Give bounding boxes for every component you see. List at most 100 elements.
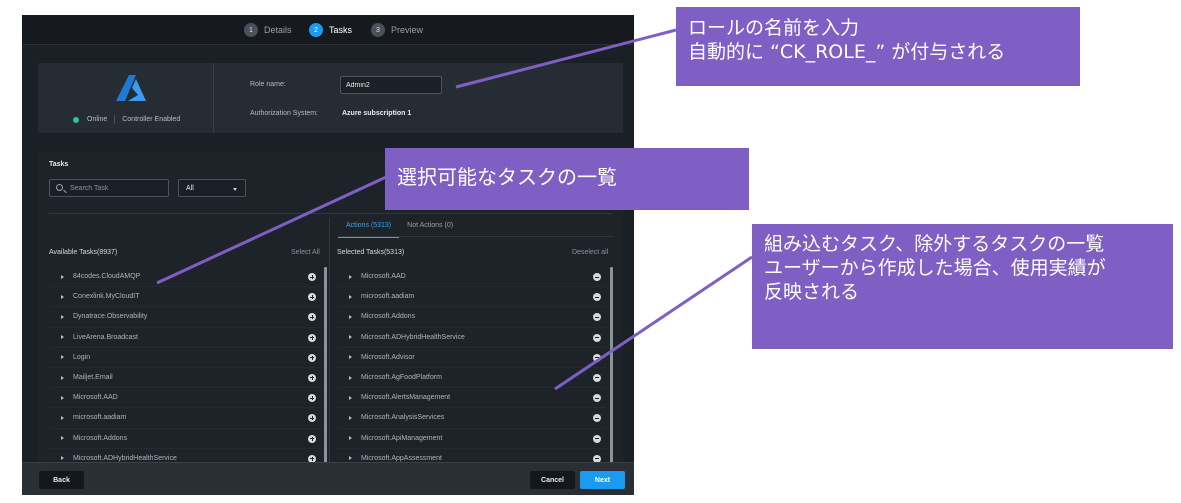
expand-arrow-icon[interactable]: [349, 415, 352, 420]
tab-actions[interactable]: Actions (5313): [338, 218, 400, 238]
task-name: Login: [73, 353, 91, 361]
tasks-title: Tasks: [49, 161, 69, 168]
deselect-all-link[interactable]: Deselect all: [572, 249, 608, 256]
expand-arrow-icon[interactable]: [61, 395, 64, 400]
search-task-input[interactable]: [70, 183, 165, 194]
back-button[interactable]: Back: [39, 471, 84, 489]
step-number: 3: [371, 23, 385, 37]
remove-circle-icon[interactable]: [593, 333, 601, 342]
task-row[interactable]: microsoft.aadiam: [337, 287, 607, 308]
task-row[interactable]: Microsoft.ApiManagement: [337, 429, 607, 449]
expand-arrow-icon[interactable]: [349, 395, 352, 400]
remove-circle-icon[interactable]: [593, 434, 601, 443]
task-name: Microsoft.AAD: [361, 273, 406, 281]
task-row[interactable]: microsoft.aadiam: [49, 408, 323, 429]
callout-line: 自動的に “CK_ROLE_” が付与される: [688, 40, 1006, 63]
task-row[interactable]: 84codes.CloudAMQP: [49, 267, 323, 288]
expand-arrow-icon[interactable]: [349, 335, 352, 340]
task-row[interactable]: Microsoft.Addons: [49, 429, 323, 449]
remove-circle-icon[interactable]: [593, 373, 601, 382]
task-row[interactable]: LiveArena.Broadcast: [49, 328, 323, 348]
next-button[interactable]: Next: [580, 471, 625, 489]
expand-arrow-icon[interactable]: [349, 355, 352, 360]
column-separator: [329, 218, 330, 473]
task-name: Microsoft.Addons: [361, 313, 416, 321]
add-circle-icon[interactable]: [308, 353, 316, 362]
step-preview[interactable]: 3 Preview: [371, 23, 423, 37]
task-row[interactable]: Dynatrace.Observability: [49, 307, 323, 328]
expand-arrow-icon[interactable]: [61, 314, 64, 319]
selected-tasks-list: Microsoft.AAD microsoft.aadiam Microsoft.A…: [337, 267, 607, 469]
callout-line: 選択可能なタスクの一覧: [397, 165, 617, 189]
remove-circle-icon[interactable]: [593, 293, 601, 302]
wizard-stepper: 1 Details 2 Tasks 3 Preview: [22, 15, 634, 45]
task-name: Dynatrace.Observability: [73, 313, 148, 321]
remove-circle-icon[interactable]: [593, 313, 601, 322]
task-name: microsoft.aadiam: [361, 293, 415, 301]
role-name-input[interactable]: [340, 76, 442, 94]
search-icon: [56, 184, 63, 191]
step-label: Tasks: [329, 25, 353, 35]
add-circle-icon[interactable]: [308, 273, 316, 281]
task-name: Microsoft.AnalysisServices: [361, 414, 445, 422]
step-details[interactable]: 1 Details: [244, 23, 292, 37]
selected-scroll-thumb[interactable]: [610, 267, 613, 467]
add-circle-icon[interactable]: [308, 293, 316, 302]
search-box[interactable]: [49, 179, 169, 197]
add-circle-icon[interactable]: [308, 313, 316, 322]
task-row[interactable]: Login: [49, 348, 323, 368]
expand-arrow-icon[interactable]: [61, 274, 64, 279]
step-number: 1: [244, 23, 258, 37]
task-row[interactable]: Microsoft.AgFoodPlatform: [337, 368, 607, 389]
add-circle-icon[interactable]: [308, 434, 316, 443]
task-row[interactable]: Microsoft.AnalysisServices: [337, 408, 607, 429]
chevron-down-icon: [233, 188, 237, 191]
task-row[interactable]: Microsoft.Addons: [337, 307, 607, 328]
add-circle-icon[interactable]: [308, 373, 316, 382]
expand-arrow-icon[interactable]: [349, 314, 352, 319]
add-circle-icon[interactable]: [308, 414, 316, 423]
add-circle-icon[interactable]: [308, 394, 316, 403]
remove-circle-icon[interactable]: [593, 273, 601, 281]
task-row[interactable]: Microsoft.ADHybridHealthService: [337, 328, 607, 348]
remove-circle-icon[interactable]: [593, 353, 601, 362]
tabs-underline: [338, 236, 614, 237]
remove-circle-icon[interactable]: [593, 394, 601, 403]
expand-arrow-icon[interactable]: [61, 335, 64, 340]
task-row[interactable]: Mailjet.Email: [49, 368, 323, 389]
task-name: Microsoft.ADHybridHealthService: [361, 333, 465, 341]
task-row[interactable]: Microsoft.Advisor: [337, 348, 607, 368]
expand-arrow-icon[interactable]: [349, 274, 352, 279]
role-name-callout: ロールの名前を入力 自動的に “CK_ROLE_” が付与される: [676, 7, 1080, 86]
expand-arrow-icon[interactable]: [61, 355, 64, 360]
available-scrollbar[interactable]: [324, 267, 327, 473]
step-tasks[interactable]: 2 Tasks: [309, 23, 352, 37]
selected-tasks-header: Selected Tasks(5313): [337, 249, 405, 256]
add-circle-icon[interactable]: [308, 333, 316, 342]
task-name: Conexlink.MyCloudIT: [73, 293, 140, 301]
task-filter-select[interactable]: All: [178, 179, 246, 197]
task-name: 84codes.CloudAMQP: [73, 273, 141, 281]
task-row[interactable]: Microsoft.AAD: [49, 388, 323, 409]
expand-arrow-icon[interactable]: [61, 415, 64, 420]
expand-arrow-icon[interactable]: [61, 375, 64, 380]
expand-arrow-icon[interactable]: [349, 436, 352, 441]
expand-arrow-icon[interactable]: [349, 456, 352, 461]
task-row[interactable]: Microsoft.AAD: [337, 267, 607, 288]
task-name: Microsoft.ADHybridHealthService: [73, 454, 177, 462]
expand-arrow-icon[interactable]: [61, 456, 64, 461]
expand-arrow-icon[interactable]: [61, 436, 64, 441]
available-scroll-thumb[interactable]: [324, 267, 327, 467]
task-name: Microsoft.Addons: [73, 434, 128, 442]
task-row[interactable]: Conexlink.MyCloudIT: [49, 287, 323, 308]
selected-scrollbar[interactable]: [610, 267, 613, 473]
expand-arrow-icon[interactable]: [349, 294, 352, 299]
expand-arrow-icon[interactable]: [61, 294, 64, 299]
tab-not-actions[interactable]: Not Actions (0): [399, 218, 461, 238]
expand-arrow-icon[interactable]: [349, 375, 352, 380]
select-all-link[interactable]: Select All: [291, 249, 320, 256]
task-row[interactable]: Microsoft.AlertsManagement: [337, 388, 607, 409]
task-name: Microsoft.AgFoodPlatform: [361, 374, 442, 382]
cancel-button[interactable]: Cancel: [530, 471, 575, 489]
remove-circle-icon[interactable]: [593, 414, 601, 423]
